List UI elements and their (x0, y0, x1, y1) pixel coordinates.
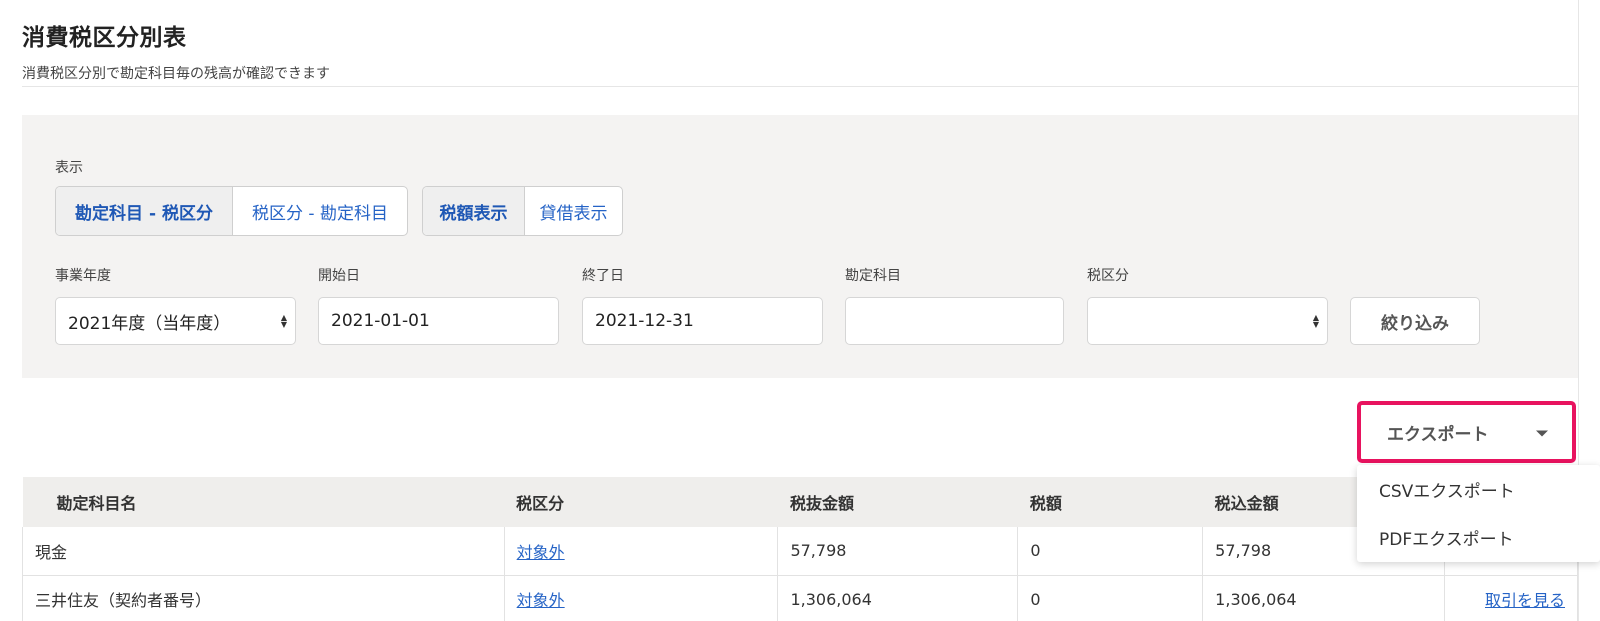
tax-table: 勘定科目名 税区分 税抜金額 税額 税込金額 現金 対象外 57,798 0 5… (22, 477, 1578, 621)
start-date-input[interactable]: 2021-01-01 (318, 297, 559, 345)
select-arrows-icon: ▲ ▼ (280, 313, 287, 329)
amount-toggle: 税額表示 貸借表示 (422, 186, 623, 236)
view-toggle: 勘定科目 - 税区分 税区分 - 勘定科目 (55, 186, 408, 236)
end-date-input[interactable]: 2021-12-31 (582, 297, 823, 345)
page-title: 消費税区分別表 (22, 25, 187, 51)
cell-action: 取引を見る (1444, 575, 1578, 621)
tax-category-select[interactable]: ▲ ▼ (1087, 297, 1328, 345)
cell-excl-amount: 1,306,064 (777, 575, 1019, 621)
export-button-label: エクスポート (1387, 424, 1489, 445)
header-tax-category: 税区分 (504, 477, 778, 527)
toggle-account-tax[interactable]: 勘定科目 - 税区分 (56, 187, 232, 235)
table-row: 三井住友（契約者番号） 対象外 1,306,064 0 1,306,064 取引… (22, 575, 1578, 621)
title-divider (22, 86, 1578, 87)
header-tax-amount: 税額 (1017, 477, 1203, 527)
cell-tax-category: 対象外 (503, 575, 779, 621)
menu-item-pdf-export[interactable]: PDFエクスポート (1357, 513, 1600, 561)
select-arrows-icon: ▲ ▼ (1312, 313, 1319, 329)
filter-button[interactable]: 絞り込み (1350, 297, 1480, 345)
cell-excl-amount: 57,798 (777, 527, 1019, 576)
export-dropdown-menu: CSVエクスポート PDFエクスポート (1357, 465, 1600, 562)
view-transactions-link[interactable]: 取引を見る (1485, 591, 1565, 610)
cell-tax-amount: 0 (1017, 527, 1204, 576)
menu-item-csv-export[interactable]: CSVエクスポート (1357, 465, 1600, 513)
toggle-debit-credit[interactable]: 貸借表示 (524, 187, 622, 235)
toggle-tax-amount[interactable]: 税額表示 (423, 187, 524, 235)
header-excl-amount: 税抜金額 (777, 477, 1018, 527)
page-description: 消費税区分別で勘定科目毎の残高が確認できます (22, 66, 330, 82)
tax-category-label: 税区分 (1087, 268, 1129, 284)
header-account-name: 勘定科目名 (22, 477, 505, 527)
fiscal-year-value: 2021年度（当年度） (68, 313, 231, 334)
start-date-label: 開始日 (318, 268, 360, 284)
account-label: 勘定科目 (845, 268, 901, 284)
fiscal-year-label: 事業年度 (55, 268, 111, 284)
cell-account: 現金 (22, 527, 505, 576)
fiscal-year-select[interactable]: 2021年度（当年度） ▲ ▼ (55, 297, 296, 345)
cell-tax-category: 対象外 (503, 527, 779, 576)
toggle-tax-account[interactable]: 税区分 - 勘定科目 (232, 187, 407, 235)
table-row: 現金 対象外 57,798 0 57,798 (22, 527, 1578, 576)
chevron-down-icon (1536, 430, 1548, 437)
display-label: 表示 (55, 160, 83, 176)
tax-category-link[interactable]: 対象外 (517, 543, 565, 562)
cell-account: 三井住友（契約者番号） (22, 575, 505, 621)
table-header-row: 勘定科目名 税区分 税抜金額 税額 税込金額 (22, 477, 1578, 527)
cell-incl-amount: 1,306,064 (1202, 575, 1446, 621)
export-highlight: エクスポート (1357, 401, 1576, 463)
end-date-value: 2021-12-31 (595, 311, 694, 331)
account-input[interactable] (845, 297, 1064, 345)
start-date-value: 2021-01-01 (331, 311, 430, 331)
end-date-label: 終了日 (582, 268, 624, 284)
cell-tax-amount: 0 (1017, 575, 1204, 621)
tax-category-link[interactable]: 対象外 (517, 591, 565, 610)
export-button[interactable]: エクスポート (1365, 409, 1568, 455)
